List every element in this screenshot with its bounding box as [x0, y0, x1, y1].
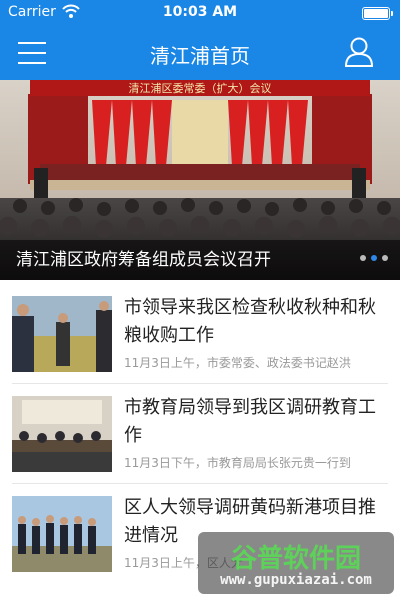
- watermark-url: www.gupuxiazai.com: [220, 572, 372, 588]
- news-summary: 11月3日上午，市委常委、政法委书记赵洪: [124, 356, 351, 370]
- watermark-title: 谷普软件园: [230, 544, 361, 574]
- carousel-indicator[interactable]: [355, 246, 388, 265]
- news-thumbnail: [12, 396, 112, 472]
- watermark-logo: 谷普软件园 www.gupuxiazai.com: [198, 532, 394, 594]
- status-time: 10:03 AM: [162, 4, 238, 20]
- battery-icon: [362, 7, 393, 20]
- news-item[interactable]: 市教育局领导到我区调研教育工作 11月3日下午，市教育局局长张元贵一行到: [0, 384, 400, 484]
- carousel-dot[interactable]: [360, 255, 366, 261]
- news-summary: 11月3日下午，市教育局局长张元贵一行到: [124, 456, 351, 470]
- news-thumbnail: [12, 296, 112, 372]
- carousel-dot-active[interactable]: [371, 255, 377, 261]
- banner-image-heading: 清江浦区委常委（扩大）会议: [129, 81, 272, 95]
- banner-caption: 清江浦区政府筹备组成员会议召开: [0, 240, 400, 280]
- news-thumbnail: [12, 496, 112, 572]
- carousel-dot[interactable]: [382, 255, 388, 261]
- banner-carousel[interactable]: 清江浦区委常委（扩大）会议 清江浦区政府筹备组成员会议召开: [0, 80, 400, 280]
- news-title: 市领导来我区检查秋收秋种和秋粮收购工作: [124, 297, 376, 346]
- status-bar: Carrier 10:03 AM: [0, 0, 400, 26]
- page-title: 清江浦首页: [150, 44, 250, 68]
- user-profile-icon[interactable]: [344, 36, 374, 68]
- news-title: 市教育局领导到我区调研教育工作: [124, 397, 376, 446]
- news-item[interactable]: 市领导来我区检查秋收秋种和秋粮收购工作 11月3日上午，市委常委、政法委书记赵洪: [0, 284, 400, 384]
- nav-bar: 清江浦首页: [0, 26, 400, 80]
